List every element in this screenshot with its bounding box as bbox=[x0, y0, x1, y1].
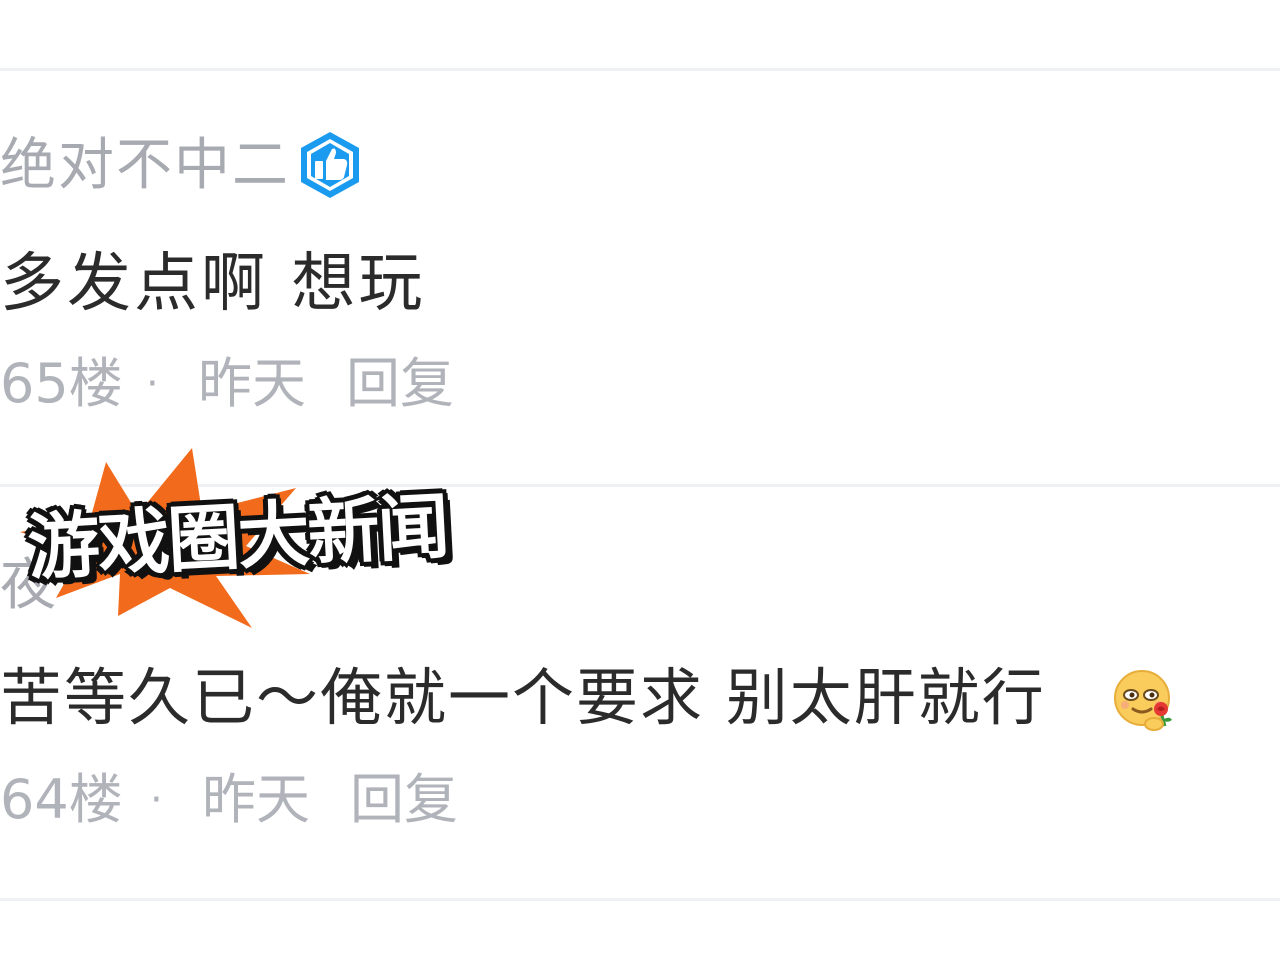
top-divider bbox=[0, 68, 1280, 71]
meta-separator: · bbox=[146, 361, 159, 407]
smiling-face-with-rose-emoji bbox=[1114, 670, 1172, 731]
floor-number: 65楼 bbox=[0, 352, 123, 415]
reply-button[interactable]: 回复 bbox=[346, 352, 454, 416]
comment-meta: 64楼 · 昨天 回复 bbox=[0, 768, 600, 832]
bottom-divider bbox=[0, 898, 1280, 901]
comment-meta: 65楼 · 昨天 回复 bbox=[0, 352, 600, 416]
comment-time: 昨天 bbox=[202, 768, 310, 831]
comment-time: 昨天 bbox=[198, 352, 306, 415]
floor-number: 64楼 bbox=[0, 768, 123, 831]
comment-content: 苦等久已～俺就一个要求 别太肝就行 bbox=[0, 661, 1046, 734]
news-caption: 游戏圈大新闻 bbox=[25, 484, 450, 590]
reply-button[interactable]: 回复 bbox=[350, 768, 458, 832]
meta-separator: · bbox=[150, 777, 163, 823]
comment-username[interactable]: 绝对不中二 bbox=[0, 134, 290, 198]
news-caption-sticker: 游戏圈大新闻 bbox=[20, 448, 520, 628]
thumbs-up-badge-icon bbox=[301, 132, 359, 198]
comment-page: 绝对不中二 多发点啊 想玩 65楼 · 昨天 回复 夜 苦等久已～俺就一个要求 … bbox=[0, 0, 1280, 959]
comment-content: 多发点啊 想玩 bbox=[0, 247, 426, 321]
